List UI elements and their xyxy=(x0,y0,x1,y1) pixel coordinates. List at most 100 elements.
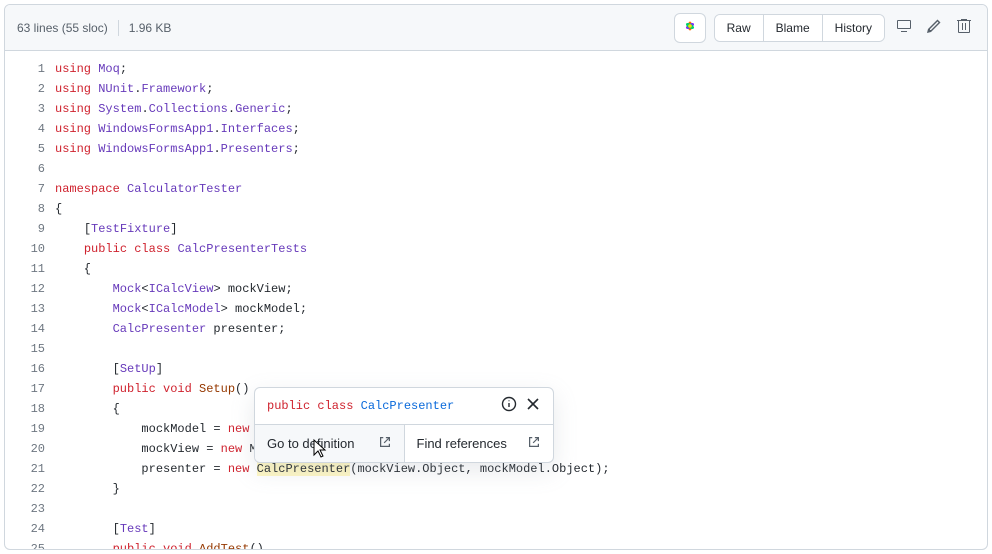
line-number[interactable]: 13 xyxy=(9,299,45,319)
code-line: using NUnit.Framework; xyxy=(55,79,987,99)
code-token xyxy=(55,282,113,296)
line-number[interactable]: 19 xyxy=(9,419,45,439)
line-number[interactable]: 3 xyxy=(9,99,45,119)
code-token xyxy=(249,462,256,476)
line-number[interactable]: 22 xyxy=(9,479,45,499)
code-token: AddTest xyxy=(199,542,249,549)
code-line: public void AddTest() xyxy=(55,539,987,549)
code-line: using WindowsFormsApp1.Presenters; xyxy=(55,139,987,159)
info-icon[interactable] xyxy=(501,396,517,416)
code-token xyxy=(55,462,141,476)
symbol-popover: public class CalcPresenter Go to definit… xyxy=(254,387,554,463)
line-number[interactable]: 15 xyxy=(9,339,45,359)
code-token: mockView xyxy=(228,282,286,296)
code-token: new xyxy=(228,422,250,436)
code-line: { xyxy=(55,199,987,219)
popover-keyword: public class xyxy=(267,399,353,413)
code-token: ; xyxy=(293,122,300,136)
code-token: NUnit xyxy=(98,82,134,96)
history-button[interactable]: History xyxy=(823,15,884,41)
line-number[interactable]: 2 xyxy=(9,79,45,99)
code-token: ; xyxy=(293,142,300,156)
line-number[interactable]: 21 xyxy=(9,459,45,479)
code-token: using xyxy=(55,142,98,156)
line-number[interactable]: 10 xyxy=(9,239,45,259)
raw-button[interactable]: Raw xyxy=(715,15,764,41)
code-token: SetUp xyxy=(120,362,156,376)
code-line: Mock<ICalcView> mockView; xyxy=(55,279,987,299)
code-token xyxy=(55,362,113,376)
close-icon[interactable] xyxy=(525,396,541,416)
external-link-icon xyxy=(527,435,541,452)
code-content[interactable]: using Moq;using NUnit.Framework;using Sy… xyxy=(55,51,987,549)
line-number[interactable]: 18 xyxy=(9,399,45,419)
code-token xyxy=(55,442,141,456)
line-number[interactable]: 17 xyxy=(9,379,45,399)
blame-button[interactable]: Blame xyxy=(764,15,823,41)
code-line: [SetUp] xyxy=(55,359,987,379)
line-number[interactable]: 11 xyxy=(9,259,45,279)
code-token: Presenters xyxy=(221,142,293,156)
go-to-definition-button[interactable]: Go to definition xyxy=(255,425,405,462)
code-token: public class xyxy=(84,242,178,256)
code-line xyxy=(55,159,987,179)
line-number[interactable]: 23 xyxy=(9,499,45,519)
file-toolbar: 63 lines (55 sloc) 1.96 KB xyxy=(5,5,987,51)
desktop-button[interactable] xyxy=(893,17,915,39)
toolbar-actions: Raw Blame History xyxy=(674,13,975,43)
code-line: CalcPresenter presenter; xyxy=(55,319,987,339)
code-token: [ xyxy=(113,522,120,536)
line-number[interactable]: 4 xyxy=(9,119,45,139)
code-token: namespace xyxy=(55,182,127,196)
line-number[interactable]: 24 xyxy=(9,519,45,539)
code-area: 1234567891011121314151617181920212223242… xyxy=(5,51,987,549)
code-token: WindowsFormsApp1 xyxy=(98,142,213,156)
line-number[interactable]: 25 xyxy=(9,539,45,549)
code-token: mockView xyxy=(141,442,199,456)
line-number[interactable]: 9 xyxy=(9,219,45,239)
code-line: Mock<ICalcModel> mockModel; xyxy=(55,299,987,319)
line-number[interactable]: 5 xyxy=(9,139,45,159)
line-number[interactable]: 14 xyxy=(9,319,45,339)
line-number[interactable]: 7 xyxy=(9,179,45,199)
code-line: namespace CalculatorTester xyxy=(55,179,987,199)
code-token: . xyxy=(213,122,220,136)
code-token: { xyxy=(55,402,120,416)
code-token: = xyxy=(206,462,228,476)
code-line: { xyxy=(55,259,987,279)
line-number[interactable]: 6 xyxy=(9,159,45,179)
code-token: [ xyxy=(113,362,120,376)
code-token: using xyxy=(55,102,98,116)
lines-count: 63 lines (55 sloc) xyxy=(17,21,108,35)
line-number[interactable]: 20 xyxy=(9,439,45,459)
line-number[interactable]: 12 xyxy=(9,279,45,299)
code-token: > xyxy=(213,282,227,296)
code-token: Generic xyxy=(235,102,285,116)
line-number[interactable]: 8 xyxy=(9,199,45,219)
line-number[interactable]: 1 xyxy=(9,59,45,79)
line-number[interactable]: 16 xyxy=(9,359,45,379)
code-token: ; xyxy=(206,82,213,96)
find-references-button[interactable]: Find references xyxy=(405,425,554,462)
code-token: . xyxy=(141,102,148,116)
popover-symbol[interactable]: CalcPresenter xyxy=(361,399,455,413)
code-token: System xyxy=(98,102,141,116)
delete-button[interactable] xyxy=(953,17,975,39)
code-line: [TestFixture] xyxy=(55,219,987,239)
code-token: . xyxy=(228,102,235,116)
code-token: < xyxy=(141,302,148,316)
edit-button[interactable] xyxy=(923,17,945,39)
code-line: [Test] xyxy=(55,519,987,539)
code-token: { xyxy=(55,262,91,276)
code-line: } xyxy=(55,479,987,499)
code-token: ; xyxy=(120,62,127,76)
extension-button[interactable] xyxy=(674,13,706,43)
code-token: Setup xyxy=(199,382,235,396)
code-token: = xyxy=(206,422,228,436)
code-token: mockModel xyxy=(141,422,206,436)
line-gutter: 1234567891011121314151617181920212223242… xyxy=(5,51,55,549)
code-token: presenter; xyxy=(206,322,285,336)
code-token xyxy=(55,302,113,316)
file-info: 63 lines (55 sloc) 1.96 KB xyxy=(17,20,171,36)
popover-actions: Go to definition Find references xyxy=(255,424,553,462)
